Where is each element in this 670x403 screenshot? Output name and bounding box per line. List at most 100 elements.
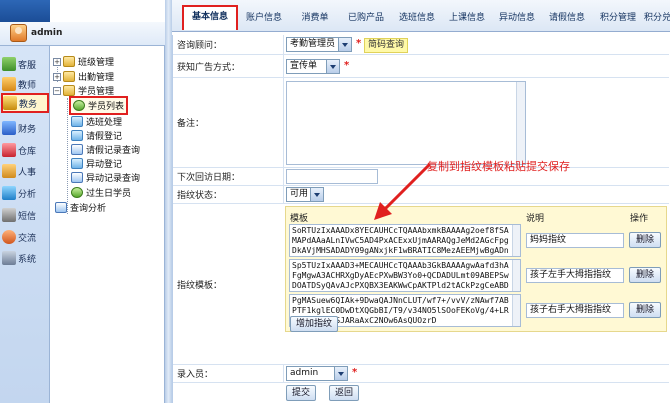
expand-icon[interactable]: + [53, 57, 61, 66]
tree-node-class-selection[interactable]: 选班处理 [71, 115, 122, 128]
code-query-button[interactable]: 简码查询 [364, 38, 409, 53]
document-icon [71, 116, 83, 127]
operator-label: 录入员： [173, 365, 283, 382]
module-chat[interactable]: 交流 [2, 227, 48, 247]
add-fingerprint-button[interactable]: 增加指纹 [290, 316, 338, 332]
fp-status-select[interactable]: 可用 [286, 187, 324, 202]
tab-account-info[interactable]: 账户信息 [238, 9, 290, 27]
tab-lesson-info[interactable]: 上课信息 [442, 9, 492, 27]
search-doc-icon [71, 172, 83, 183]
user-icon [73, 100, 85, 111]
scrollbar[interactable] [512, 260, 520, 291]
row-operator: 录入员： admin * [173, 365, 669, 383]
avatar [10, 24, 27, 42]
delete-fp-button[interactable]: 删除 [629, 267, 661, 283]
chevron-down-icon [338, 38, 351, 51]
fp-desc-input[interactable]: 孩子左手大拇指指纹 [526, 268, 624, 283]
chevron-down-icon [334, 367, 347, 380]
required-star: * [344, 60, 350, 71]
search-doc-icon [71, 144, 83, 155]
module-label: 系统 [18, 254, 37, 265]
fp-col-action: 操作 [630, 214, 649, 224]
required-star: * [356, 38, 362, 49]
row-ad-source: 获知广告方式： 宣传单 * [173, 55, 669, 78]
module-analysis[interactable]: 分析 [2, 183, 48, 203]
fp-desc-input[interactable]: 孩子右手大拇指指纹 [526, 303, 624, 318]
tree-node-leave-query[interactable]: 请假记录查询 [71, 143, 140, 156]
fp-status-label: 指纹状态： [173, 186, 283, 203]
fp-desc-input[interactable]: 妈妈指纹 [526, 233, 624, 248]
annotation-note: 复制到指纹模板粘贴提交保存 [427, 160, 570, 173]
expand-icon[interactable]: + [53, 72, 61, 81]
back-button[interactable]: 返回 [329, 385, 359, 401]
operator-value: admin [290, 368, 319, 378]
hr-icon [2, 164, 16, 178]
fp-template-table: 模板 说明 操作 SoRTUzIxAAADx8YECAUHCcTQAAAbxmk… [285, 206, 667, 332]
module-sms[interactable]: 短信 [2, 205, 48, 225]
tree-node-change-register[interactable]: 异动登记 [71, 157, 122, 170]
tree-node-label: 过生日学员 [86, 189, 132, 199]
module-hr[interactable]: 人事 [2, 161, 48, 181]
fp-status-cell: 可用 [283, 186, 669, 203]
tree-node-label: 出勤管理 [78, 73, 115, 83]
collapse-icon[interactable]: − [53, 86, 61, 95]
module-label: 仓库 [18, 146, 37, 157]
module-label: 教师 [18, 80, 37, 91]
tree-node-label: 班级管理 [78, 58, 115, 68]
module-label: 分析 [18, 189, 37, 200]
ad-source-select[interactable]: 宣传单 [286, 59, 340, 74]
operator-select[interactable]: admin [286, 366, 348, 381]
scrollbar[interactable] [516, 82, 525, 164]
tab-leave-info[interactable]: 请假信息 [542, 9, 592, 27]
chart-icon [2, 186, 16, 200]
folder-icon [63, 56, 75, 67]
user-icon [71, 187, 83, 198]
scrollbar[interactable] [512, 225, 520, 256]
tree-node-birthday-students[interactable]: 过生日学员 [71, 186, 131, 199]
chevron-down-icon [310, 188, 323, 201]
tree-node-leave-register[interactable]: 请假登记 [71, 129, 122, 142]
fp-col-desc: 说明 [526, 214, 545, 224]
module-teacher[interactable]: 教师 [2, 74, 48, 94]
delete-fp-button[interactable]: 删除 [629, 232, 661, 248]
tab-points-mgmt[interactable]: 积分管理 [592, 9, 644, 27]
consultant-select[interactable]: 考勤管理员 [286, 37, 352, 52]
folder-open-icon [63, 85, 75, 96]
remark-textarea[interactable] [286, 81, 526, 165]
consultant-value: 考勤管理员 [290, 39, 336, 49]
next-visit-date-input[interactable] [286, 169, 378, 184]
folder-icon [63, 71, 75, 82]
tree-node-class-mgmt[interactable]: + 班级管理 [53, 55, 114, 68]
fp-template-textarea[interactable]: Sp5TUzIxAAAD3+MECAUHCcTQAAAb3GkBAAAAgwAa… [289, 259, 521, 292]
module-academic[interactable]: 教务 [1, 93, 49, 113]
user-box: admin [0, 22, 172, 46]
row-remark: 备注： [173, 78, 669, 168]
tab-basic-info[interactable]: 基本信息 [182, 5, 238, 30]
module-system[interactable]: 系统 [2, 248, 48, 268]
tab-consumption[interactable]: 消费单 [290, 9, 340, 27]
tab-points-redeem[interactable]: 积分兑换 [644, 9, 670, 27]
module-rail: 客服 教师 教务 财务 仓库 人事 分析 短信 交流 系统 [0, 0, 50, 403]
user-name: admin [31, 28, 63, 38]
tab-class-selection[interactable]: 选班信息 [392, 9, 442, 27]
tab-change-info[interactable]: 异动信息 [492, 9, 542, 27]
fp-template-text: SoRTUzIxAAADx8YECAUHCcTQAAAbxmkBAAAAg2oe… [292, 226, 509, 255]
tree-node-student-list[interactable]: 学员列表 [69, 96, 129, 115]
operator-cell: admin * [283, 365, 669, 382]
tab-purchased-products[interactable]: 已购产品 [340, 9, 392, 27]
sms-icon [2, 208, 16, 222]
module-finance[interactable]: 财务 [2, 118, 48, 138]
tree-node-attendance-mgmt[interactable]: + 出勤管理 [53, 70, 114, 83]
module-label: 人事 [18, 167, 37, 178]
required-star: * [352, 367, 358, 378]
scrollbar[interactable] [512, 295, 520, 326]
tree-node-change-query[interactable]: 异动记录查询 [71, 171, 140, 184]
tree-node-query-analysis[interactable]: 查询分析 [55, 201, 106, 214]
tab-bar: 基本信息 账户信息 消费单 已购产品 选班信息 上课信息 异动信息 请假信息 积… [172, 0, 670, 32]
finance-icon [2, 121, 16, 135]
module-customer-service[interactable]: 客服 [2, 54, 48, 74]
sidebar-splitter[interactable] [165, 0, 172, 403]
module-warehouse[interactable]: 仓库 [2, 140, 48, 160]
delete-fp-button[interactable]: 删除 [629, 302, 661, 318]
submit-button[interactable]: 提交 [286, 385, 316, 401]
